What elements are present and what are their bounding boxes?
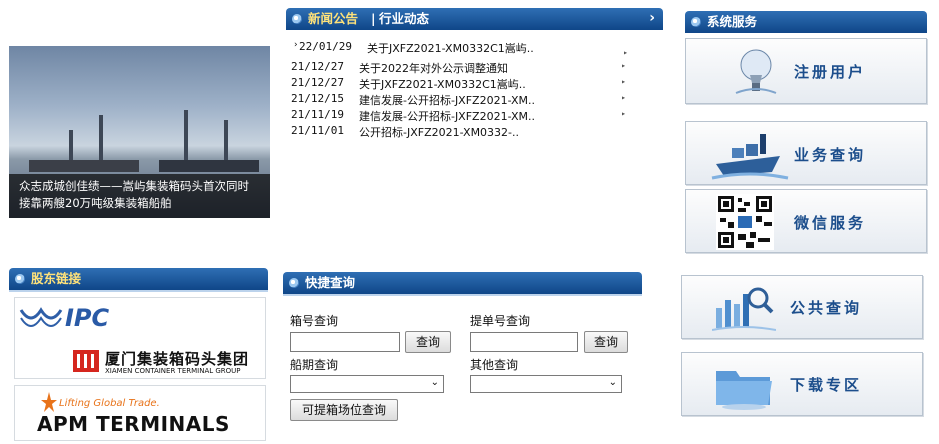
qr-code-icon bbox=[716, 194, 774, 250]
register-user-button[interactable]: 注册用户 bbox=[685, 38, 927, 104]
list-item[interactable]: 21/12/15 建信发展-公开招标-JXFZ2021-XM.. ▸ bbox=[288, 92, 638, 108]
chevron-right-icon: ▸ bbox=[621, 77, 626, 86]
news-photo-caption[interactable]: 众志成城创佳绩——嵩屿集装箱码头首次同时 接靠两艘20万吨级集装箱船舶 bbox=[9, 174, 270, 218]
news-date: 21/12/15 bbox=[291, 92, 344, 105]
business-query-button[interactable]: 业务查询 bbox=[685, 121, 927, 185]
other-query-select[interactable]: ⌄ bbox=[470, 375, 622, 393]
bullet-icon bbox=[292, 14, 302, 24]
xctg-name-en: XIAMEN CONTAINER TERMINAL GROUP bbox=[105, 367, 241, 375]
shareholders-header: 股东链接 bbox=[9, 268, 268, 290]
apm-star-icon bbox=[41, 392, 57, 412]
news-header: 新闻公告 | 行业动态 › bbox=[286, 8, 663, 30]
list-item[interactable]: › 22/01/29 关于JXFZ2021-XM0332C1嵩屿.. ▸ bbox=[288, 40, 638, 57]
chevron-right-icon: ▸ bbox=[621, 61, 626, 70]
vessel-schedule-label: 船期查询 bbox=[290, 358, 339, 372]
bl-query-button[interactable]: 查询 bbox=[584, 331, 628, 353]
caption-line: 众志成城创佳绩——嵩屿集装箱码头首次同时 bbox=[19, 179, 249, 193]
tab-news[interactable]: 新闻公告 bbox=[308, 8, 358, 30]
news-date: 21/12/27 bbox=[291, 76, 344, 89]
ship-shape bbox=[29, 160, 139, 172]
more-chevron-icon[interactable]: › bbox=[649, 7, 655, 29]
register-user-label: 注册用户 bbox=[794, 63, 867, 81]
ipc-wave-icon bbox=[19, 307, 63, 327]
news-photo[interactable]: 众志成城创佳绩——嵩屿集装箱码头首次同时 接靠两艘20万吨级集装箱船舶 bbox=[9, 46, 270, 218]
ipc-logo-text: IPC bbox=[65, 304, 110, 332]
news-title[interactable]: 公开招标-JXFZ2021-XM0332-.. bbox=[359, 124, 519, 140]
xctg-emblem-icon bbox=[73, 350, 99, 372]
chevron-right-icon: › bbox=[293, 40, 299, 50]
business-query-label: 业务查询 bbox=[794, 146, 867, 164]
tab-industry[interactable]: 行业动态 bbox=[379, 8, 429, 30]
list-item[interactable]: 21/12/27 关于JXFZ2021-XM0332C1嵩屿.. ▸ bbox=[288, 76, 638, 92]
caption-line: 接靠两艘20万吨级集装箱船舶 bbox=[19, 196, 172, 210]
news-title[interactable]: 关于JXFZ2021-XM0332C1嵩屿.. bbox=[367, 40, 534, 56]
chart-magnifier-icon bbox=[712, 287, 776, 331]
tab-separator: | bbox=[371, 11, 376, 26]
bullet-icon bbox=[691, 17, 701, 27]
public-query-label: 公共查询 bbox=[790, 299, 863, 317]
ipc-xctg-logo-link[interactable]: IPC 厦门集装箱码头集团 XIAMEN CONTAINER TERMINAL … bbox=[14, 297, 266, 379]
download-area-button[interactable]: 下载专区 bbox=[681, 352, 923, 416]
vessel-schedule-select[interactable]: ⌄ bbox=[290, 375, 444, 393]
chevron-right-icon: ▸ bbox=[623, 48, 628, 57]
container-query-button[interactable]: 查询 bbox=[405, 331, 451, 353]
public-query-button[interactable]: 公共查询 bbox=[681, 275, 923, 339]
list-item[interactable]: 21/12/27 关于2022年对外公示调整通知 ▸ bbox=[288, 60, 638, 76]
services-title: 系统服务 bbox=[707, 14, 758, 29]
list-item[interactable]: 21/11/01 公开招标-JXFZ2021-XM0332-.. bbox=[288, 124, 638, 140]
download-area-label: 下载专区 bbox=[790, 376, 863, 394]
apm-slogan: Lifting Global Trade. bbox=[59, 398, 160, 409]
bullet-icon bbox=[15, 274, 25, 284]
news-title[interactable]: 建信发展-公开招标-JXFZ2021-XM.. bbox=[359, 92, 535, 108]
folder-icon bbox=[716, 371, 772, 410]
news-title[interactable]: 关于JXFZ2021-XM0332C1嵩屿.. bbox=[359, 76, 526, 92]
apm-terminals-logo-link[interactable]: Lifting Global Trade. APM TERMINALS bbox=[14, 385, 266, 441]
quick-query-header: 快捷查询 bbox=[283, 272, 642, 294]
quick-query-title: 快捷查询 bbox=[305, 275, 356, 290]
shareholders-title: 股东链接 bbox=[31, 271, 82, 286]
xctg-name-cn: 厦门集装箱码头集团 bbox=[105, 350, 250, 368]
container-number-input[interactable] bbox=[290, 332, 400, 352]
divider bbox=[9, 290, 268, 292]
news-title[interactable]: 关于2022年对外公示调整通知 bbox=[359, 60, 508, 76]
wechat-service-button[interactable]: 微信服务 bbox=[685, 189, 927, 253]
bill-of-lading-input[interactable] bbox=[470, 332, 578, 352]
bullet-icon bbox=[289, 278, 299, 288]
lightbulb-icon bbox=[735, 49, 777, 94]
chevron-down-icon: ⌄ bbox=[430, 377, 439, 388]
news-title[interactable]: 建信发展-公开招标-JXFZ2021-XM.. bbox=[359, 108, 535, 124]
container-number-label: 箱号查询 bbox=[290, 314, 339, 328]
services-header: 系统服务 bbox=[685, 11, 927, 33]
ship-shape bbox=[159, 160, 259, 172]
apm-name: APM TERMINALS bbox=[37, 412, 230, 436]
wechat-service-label: 微信服务 bbox=[794, 214, 867, 232]
chevron-right-icon: ▸ bbox=[621, 109, 626, 118]
news-date: 21/11/19 bbox=[291, 108, 344, 121]
ship-icon bbox=[711, 134, 789, 180]
chevron-right-icon: ▸ bbox=[621, 93, 626, 102]
news-date: 22/01/29 bbox=[299, 40, 352, 53]
other-query-label: 其他查询 bbox=[470, 358, 519, 372]
chevron-down-icon: ⌄ bbox=[608, 377, 617, 388]
yard-location-query-button[interactable]: 可提箱场位查询 bbox=[290, 399, 398, 421]
news-date: 21/11/01 bbox=[291, 124, 344, 137]
bill-of-lading-label: 提单号查询 bbox=[470, 314, 531, 328]
news-date: 21/12/27 bbox=[291, 60, 344, 73]
list-item[interactable]: 21/11/19 建信发展-公开招标-JXFZ2021-XM.. ▸ bbox=[288, 108, 638, 124]
divider bbox=[283, 294, 642, 296]
